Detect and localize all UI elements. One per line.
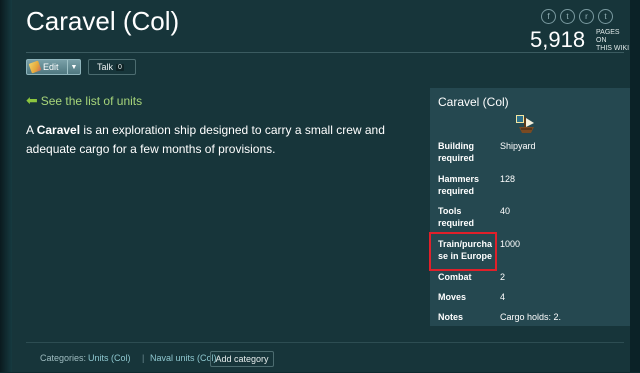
infobox-row-value: Shipyard: [500, 141, 536, 151]
wiki-page-count-label: PAGES ON THIS WIKI: [596, 29, 630, 52]
category-link[interactable]: Units (Col): [88, 353, 131, 363]
categories-label: Categories:: [40, 353, 87, 363]
back-link-text: See the list of units: [40, 93, 143, 108]
facebook-icon[interactable]: f: [541, 9, 556, 24]
infobox-row-value: 128: [500, 174, 516, 184]
infobox-row-label: Moves: [438, 292, 467, 302]
category-link[interactable]: Naval units (Col): [150, 353, 217, 363]
edit-button[interactable]: Edit ▼: [26, 59, 81, 75]
edit-dropdown-divider: [66, 60, 68, 74]
page-title: Caravel (Col): [26, 6, 180, 36]
tumblr-icon[interactable]: t: [598, 9, 613, 24]
chevron-down-icon[interactable]: ▼: [71, 64, 78, 71]
infobox-row-label: Building required: [438, 141, 475, 163]
category-separator: |: [142, 353, 145, 363]
wiki-page-count: 5,918: [530, 27, 586, 52]
article-intro: A Caravel is an exploration ship designe…: [26, 121, 421, 159]
add-category-button[interactable]: Add category: [210, 351, 274, 367]
background-panel-right: [629, 0, 640, 372]
pencil-icon: [28, 60, 42, 74]
infobox-row-value: 2: [500, 272, 506, 282]
intro-text-b: is an exploration ship designed to carry…: [26, 123, 385, 156]
infobox-row-label: Combat: [438, 272, 472, 282]
infobox-title: Caravel (Col): [438, 95, 509, 109]
title-divider: [26, 52, 624, 53]
arrow-left-icon: ⬅: [26, 92, 38, 108]
infobox-row-label: Tools required: [438, 206, 475, 228]
caravel-unit-icon: [516, 115, 534, 133]
back-to-units-link[interactable]: ⬅ See the list of units: [26, 92, 142, 109]
intro-text-a: A: [26, 123, 37, 137]
reddit-icon[interactable]: r: [579, 9, 594, 24]
twitter-icon[interactable]: t: [560, 9, 575, 24]
infobox-row-value: 4: [500, 292, 506, 302]
intro-bold-term: Caravel: [36, 123, 81, 137]
infobox-row-value: 40: [500, 206, 511, 216]
background-panel-left: [0, 0, 12, 372]
highlight-box: [429, 232, 497, 271]
infobox-row-value: 1000: [500, 239, 521, 249]
infobox-row-label: Notes: [438, 312, 464, 322]
social-share-icons: f t r t: [541, 9, 613, 24]
talk-count-badge: 0: [116, 63, 124, 71]
infobox-row-value: Cargo holds: 2.: [500, 312, 562, 322]
unit-infobox: Caravel (Col) Building required Shipyard…: [430, 88, 630, 326]
categories-bar: Categories: Units (Col) | Naval units (C…: [26, 342, 624, 373]
infobox-row-label: Hammers required: [438, 174, 480, 196]
article-content: Caravel (Col) f t r t 5,918 PAGES ON THIS…: [12, 0, 630, 372]
talk-button[interactable]: Talk 0: [88, 59, 136, 75]
talk-button-label: Talk: [97, 62, 114, 72]
edit-button-label: Edit: [43, 62, 59, 72]
